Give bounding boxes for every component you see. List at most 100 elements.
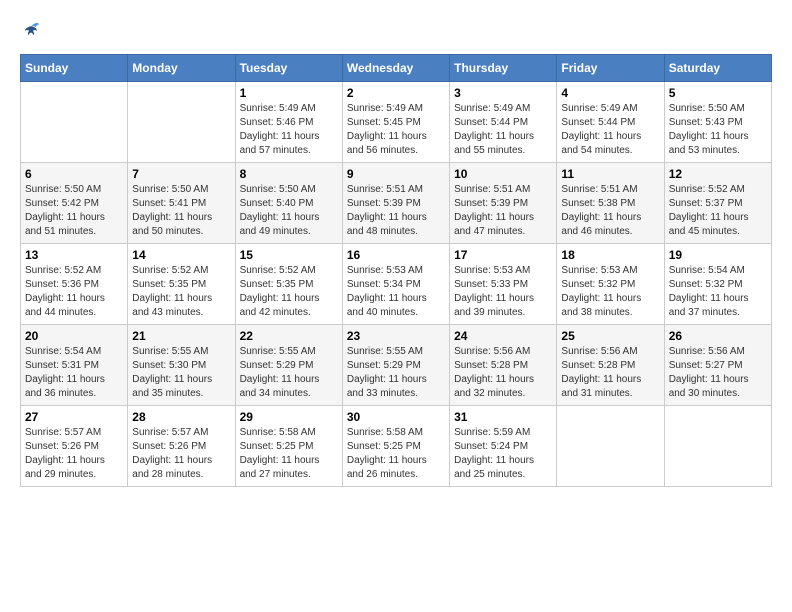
day-info: Sunrise: 5:53 AMSunset: 5:34 PMDaylight:…: [347, 264, 445, 320]
day-number: 23: [347, 329, 445, 343]
day-number: 14: [132, 248, 230, 262]
day-number: 26: [669, 329, 767, 343]
day-info: Sunrise: 5:49 AMSunset: 5:44 PMDaylight:…: [561, 102, 659, 158]
calendar-cell: 15 Sunrise: 5:52 AMSunset: 5:35 PMDayligh…: [235, 244, 342, 325]
day-info: Sunrise: 5:54 AMSunset: 5:31 PMDaylight:…: [25, 345, 123, 401]
calendar-cell: 13 Sunrise: 5:52 AMSunset: 5:36 PMDayligh…: [21, 244, 128, 325]
day-number: 13: [25, 248, 123, 262]
calendar-week-row: 1 Sunrise: 5:49 AMSunset: 5:46 PMDaylight…: [21, 82, 772, 163]
day-info: Sunrise: 5:51 AMSunset: 5:39 PMDaylight:…: [347, 183, 445, 239]
calendar-table: SundayMondayTuesdayWednesdayThursdayFrid…: [20, 54, 772, 487]
calendar-cell: 14 Sunrise: 5:52 AMSunset: 5:35 PMDayligh…: [128, 244, 235, 325]
calendar-week-row: 13 Sunrise: 5:52 AMSunset: 5:36 PMDayligh…: [21, 244, 772, 325]
calendar-cell: 5 Sunrise: 5:50 AMSunset: 5:43 PMDaylight…: [664, 82, 771, 163]
day-number: 2: [347, 86, 445, 100]
header: [20, 20, 772, 38]
weekday-header: Monday: [128, 55, 235, 82]
day-number: 11: [561, 167, 659, 181]
calendar-cell: 7 Sunrise: 5:50 AMSunset: 5:41 PMDaylight…: [128, 163, 235, 244]
day-info: Sunrise: 5:52 AMSunset: 5:35 PMDaylight:…: [132, 264, 230, 320]
calendar-cell: 29 Sunrise: 5:58 AMSunset: 5:25 PMDayligh…: [235, 406, 342, 487]
day-number: 19: [669, 248, 767, 262]
calendar-cell: 16 Sunrise: 5:53 AMSunset: 5:34 PMDayligh…: [342, 244, 449, 325]
calendar-cell: 27 Sunrise: 5:57 AMSunset: 5:26 PMDayligh…: [21, 406, 128, 487]
day-info: Sunrise: 5:58 AMSunset: 5:25 PMDaylight:…: [240, 426, 338, 482]
calendar-cell: 24 Sunrise: 5:56 AMSunset: 5:28 PMDayligh…: [450, 325, 557, 406]
day-number: 7: [132, 167, 230, 181]
day-number: 27: [25, 410, 123, 424]
calendar-cell: 25 Sunrise: 5:56 AMSunset: 5:28 PMDayligh…: [557, 325, 664, 406]
calendar-cell: 8Sunrise: 5:50 AMSunset: 5:40 PMDaylight…: [235, 163, 342, 244]
day-number: 29: [240, 410, 338, 424]
calendar-cell: 19 Sunrise: 5:54 AMSunset: 5:32 PMDayligh…: [664, 244, 771, 325]
calendar-cell: 26Sunrise: 5:56 AMSunset: 5:27 PMDayligh…: [664, 325, 771, 406]
day-number: 31: [454, 410, 552, 424]
day-info: Sunrise: 5:56 AMSunset: 5:28 PMDaylight:…: [561, 345, 659, 401]
day-number: 1: [240, 86, 338, 100]
logo-bird-icon: [22, 20, 40, 38]
calendar-cell: 1 Sunrise: 5:49 AMSunset: 5:46 PMDaylight…: [235, 82, 342, 163]
calendar-cell: 22Sunrise: 5:55 AMSunset: 5:29 PMDayligh…: [235, 325, 342, 406]
day-number: 5: [669, 86, 767, 100]
calendar-cell: 17 Sunrise: 5:53 AMSunset: 5:33 PMDayligh…: [450, 244, 557, 325]
day-info: Sunrise: 5:51 AMSunset: 5:38 PMDaylight:…: [561, 183, 659, 239]
day-number: 9: [347, 167, 445, 181]
day-info: Sunrise: 5:57 AMSunset: 5:26 PMDaylight:…: [132, 426, 230, 482]
calendar-cell: 11 Sunrise: 5:51 AMSunset: 5:38 PMDayligh…: [557, 163, 664, 244]
day-number: 21: [132, 329, 230, 343]
day-number: 28: [132, 410, 230, 424]
day-info: Sunrise: 5:54 AMSunset: 5:32 PMDaylight:…: [669, 264, 767, 320]
calendar-cell: [664, 406, 771, 487]
day-info: Sunrise: 5:50 AMSunset: 5:41 PMDaylight:…: [132, 183, 230, 239]
calendar-week-row: 6 Sunrise: 5:50 AMSunset: 5:42 PMDaylight…: [21, 163, 772, 244]
day-number: 24: [454, 329, 552, 343]
calendar-header-row: SundayMondayTuesdayWednesdayThursdayFrid…: [21, 55, 772, 82]
weekday-header: Thursday: [450, 55, 557, 82]
day-info: Sunrise: 5:52 AMSunset: 5:36 PMDaylight:…: [25, 264, 123, 320]
day-number: 3: [454, 86, 552, 100]
day-number: 25: [561, 329, 659, 343]
calendar-cell: 12 Sunrise: 5:52 AMSunset: 5:37 PMDayligh…: [664, 163, 771, 244]
calendar-cell: [128, 82, 235, 163]
calendar-cell: 10 Sunrise: 5:51 AMSunset: 5:39 PMDayligh…: [450, 163, 557, 244]
day-info: Sunrise: 5:59 AMSunset: 5:24 PMDaylight:…: [454, 426, 552, 482]
calendar-cell: 9 Sunrise: 5:51 AMSunset: 5:39 PMDaylight…: [342, 163, 449, 244]
calendar-week-row: 27 Sunrise: 5:57 AMSunset: 5:26 PMDayligh…: [21, 406, 772, 487]
day-info: Sunrise: 5:57 AMSunset: 5:26 PMDaylight:…: [25, 426, 123, 482]
day-number: 10: [454, 167, 552, 181]
day-info: Sunrise: 5:50 AMSunset: 5:43 PMDaylight:…: [669, 102, 767, 158]
logo: [20, 20, 40, 38]
day-info: Sunrise: 5:55 AMSunset: 5:29 PMDaylight:…: [347, 345, 445, 401]
calendar-cell: 30 Sunrise: 5:58 AMSunset: 5:25 PMDayligh…: [342, 406, 449, 487]
weekday-header: Sunday: [21, 55, 128, 82]
calendar-cell: 21 Sunrise: 5:55 AMSunset: 5:30 PMDayligh…: [128, 325, 235, 406]
calendar-week-row: 20 Sunrise: 5:54 AMSunset: 5:31 PMDayligh…: [21, 325, 772, 406]
day-info: Sunrise: 5:52 AMSunset: 5:37 PMDaylight:…: [669, 183, 767, 239]
day-number: 15: [240, 248, 338, 262]
weekday-header: Wednesday: [342, 55, 449, 82]
day-info: Sunrise: 5:52 AMSunset: 5:35 PMDaylight:…: [240, 264, 338, 320]
day-info: Sunrise: 5:49 AMSunset: 5:46 PMDaylight:…: [240, 102, 338, 158]
day-number: 4: [561, 86, 659, 100]
calendar-cell: [21, 82, 128, 163]
day-number: 30: [347, 410, 445, 424]
day-info: Sunrise: 5:55 AMSunset: 5:30 PMDaylight:…: [132, 345, 230, 401]
calendar-cell: 18Sunrise: 5:53 AMSunset: 5:32 PMDayligh…: [557, 244, 664, 325]
day-number: 16: [347, 248, 445, 262]
weekday-header: Saturday: [664, 55, 771, 82]
day-number: 12: [669, 167, 767, 181]
calendar-cell: 2Sunrise: 5:49 AMSunset: 5:45 PMDaylight…: [342, 82, 449, 163]
weekday-header: Tuesday: [235, 55, 342, 82]
day-info: Sunrise: 5:56 AMSunset: 5:28 PMDaylight:…: [454, 345, 552, 401]
day-info: Sunrise: 5:58 AMSunset: 5:25 PMDaylight:…: [347, 426, 445, 482]
calendar-cell: 20 Sunrise: 5:54 AMSunset: 5:31 PMDayligh…: [21, 325, 128, 406]
day-number: 20: [25, 329, 123, 343]
day-info: Sunrise: 5:53 AMSunset: 5:33 PMDaylight:…: [454, 264, 552, 320]
calendar-cell: 31 Sunrise: 5:59 AMSunset: 5:24 PMDayligh…: [450, 406, 557, 487]
day-info: Sunrise: 5:55 AMSunset: 5:29 PMDaylight:…: [240, 345, 338, 401]
day-number: 17: [454, 248, 552, 262]
calendar-cell: 3Sunrise: 5:49 AMSunset: 5:44 PMDaylight…: [450, 82, 557, 163]
day-info: Sunrise: 5:50 AMSunset: 5:42 PMDaylight:…: [25, 183, 123, 239]
day-info: Sunrise: 5:51 AMSunset: 5:39 PMDaylight:…: [454, 183, 552, 239]
day-number: 6: [25, 167, 123, 181]
